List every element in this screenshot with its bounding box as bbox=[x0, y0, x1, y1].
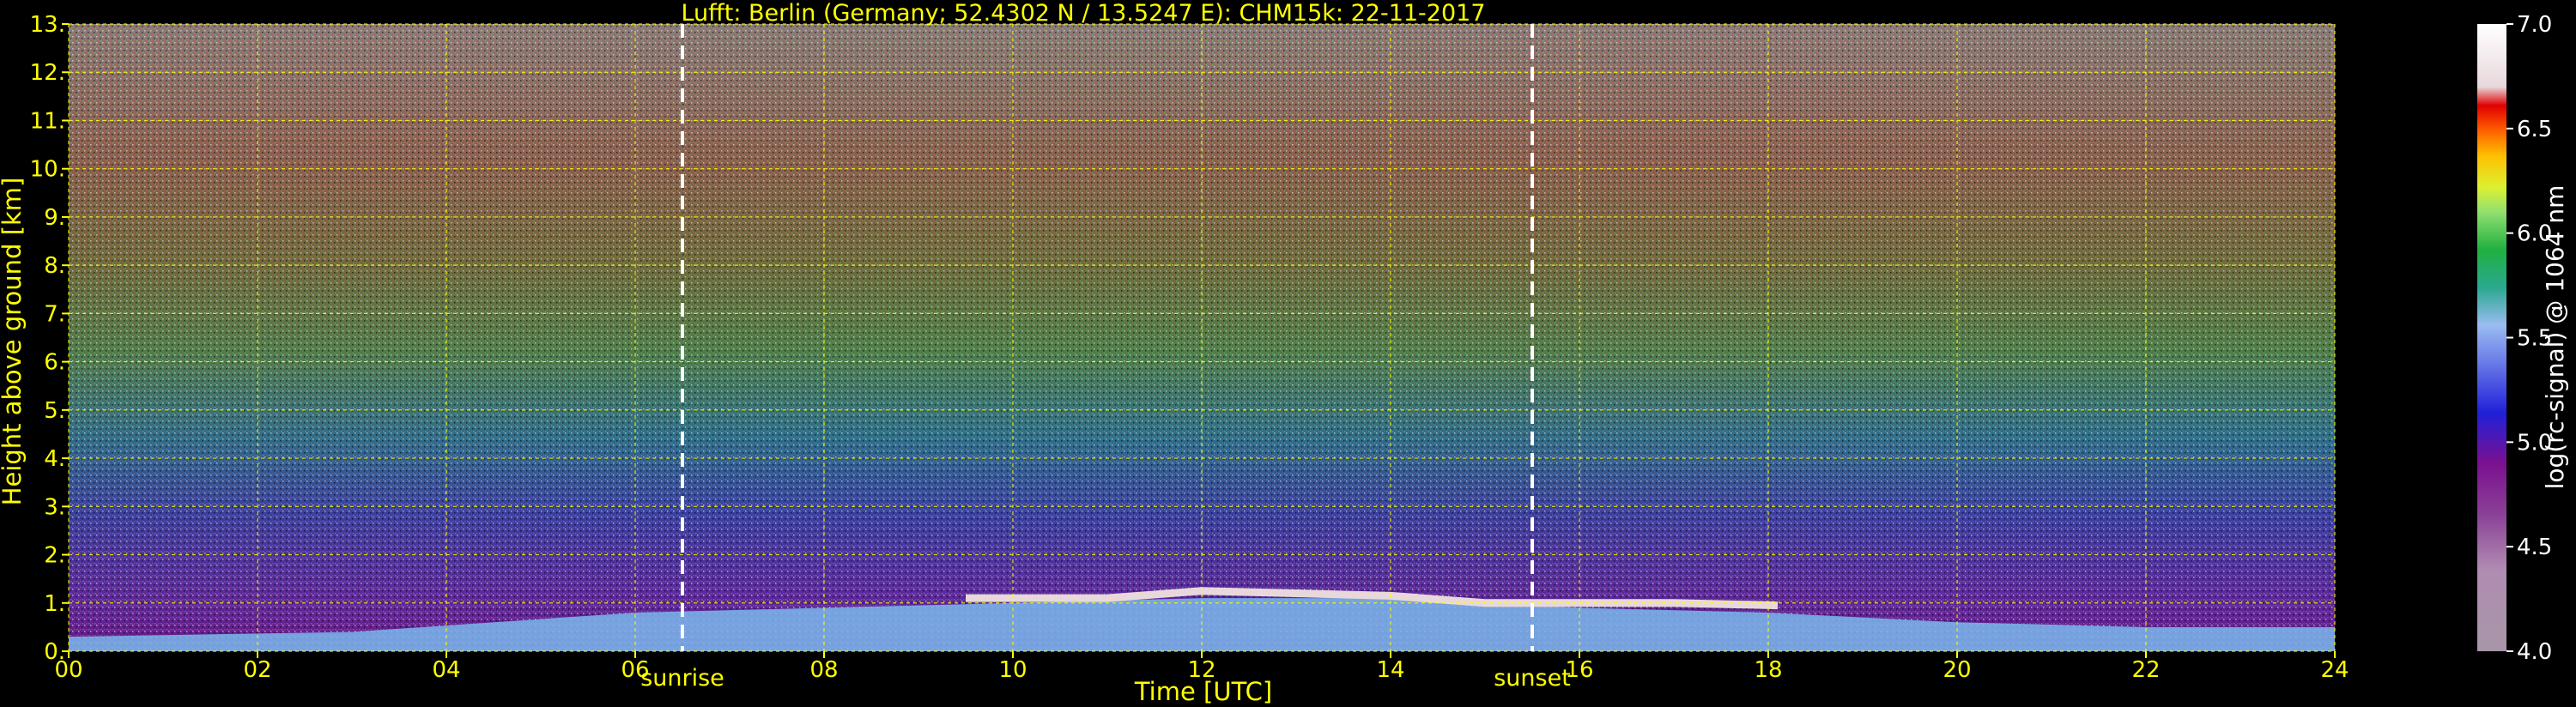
y-tick-label-13: 13. bbox=[30, 12, 65, 38]
y-tick-label-3: 3. bbox=[44, 494, 65, 520]
x-tick-label-11: 22 bbox=[2131, 657, 2160, 683]
y-tick-label-9: 9. bbox=[44, 205, 65, 231]
chart-title: Lufft: Berlin (Germany; 52.4302 N / 13.5… bbox=[681, 0, 1485, 27]
x-tick-label-9: 18 bbox=[1754, 657, 1782, 683]
y-tick-label-7: 7. bbox=[44, 301, 65, 327]
signal-noise bbox=[69, 24, 2335, 651]
y-tick-label-11: 11. bbox=[30, 108, 65, 134]
colorbar: 4.04.55.05.56.06.57.0 log(rc-signal) @ 1… bbox=[2477, 12, 2569, 665]
y-tick-label-1: 1. bbox=[44, 591, 65, 617]
x-tick-label-4: 08 bbox=[809, 657, 838, 683]
y-axis-label: Height above ground [km] bbox=[0, 178, 27, 506]
plot-area bbox=[68, 23, 2336, 652]
y-tick-label-0: 0. bbox=[44, 639, 65, 665]
y-tick-label-6: 6. bbox=[44, 350, 65, 376]
y-tick-label-4: 4. bbox=[44, 446, 65, 472]
x-tick-label-7: 14 bbox=[1376, 657, 1404, 683]
sunrise-label: sunrise bbox=[640, 665, 724, 692]
colorbar-tick-label-6: 7.0 bbox=[2517, 12, 2552, 38]
sunset-label: sunset bbox=[1494, 665, 1571, 692]
x-tick-label-5: 10 bbox=[998, 657, 1027, 683]
x-tick-label-12: 24 bbox=[2320, 657, 2349, 683]
x-axis-label: Time [UTC] bbox=[1134, 677, 1272, 706]
colorbar-label: log(rc-signal) @ 1064 nm bbox=[2541, 185, 2569, 490]
x-tick-label-2: 04 bbox=[432, 657, 460, 683]
y-tick-label-12: 12. bbox=[30, 60, 65, 86]
y-tick-label-10: 10. bbox=[30, 157, 65, 183]
y-tick-label-5: 5. bbox=[44, 398, 65, 424]
y-tick-label-8: 8. bbox=[44, 253, 65, 279]
x-tick-label-10: 20 bbox=[1943, 657, 1971, 683]
colorbar-tick-label-5: 6.5 bbox=[2517, 117, 2552, 142]
colorbar-scale bbox=[2477, 24, 2506, 651]
x-tick-label-1: 02 bbox=[243, 657, 271, 683]
ceilometer-figure: 00 02 04 06 08 10 12 14 16 18 20 22 240.1.2.3.4.5.6.… bbox=[0, 0, 2569, 706]
colorbar-tick-label-1: 4.5 bbox=[2517, 535, 2552, 560]
colorbar-tick-label-0: 4.0 bbox=[2517, 639, 2552, 665]
y-tick-label-2: 2. bbox=[44, 543, 65, 569]
